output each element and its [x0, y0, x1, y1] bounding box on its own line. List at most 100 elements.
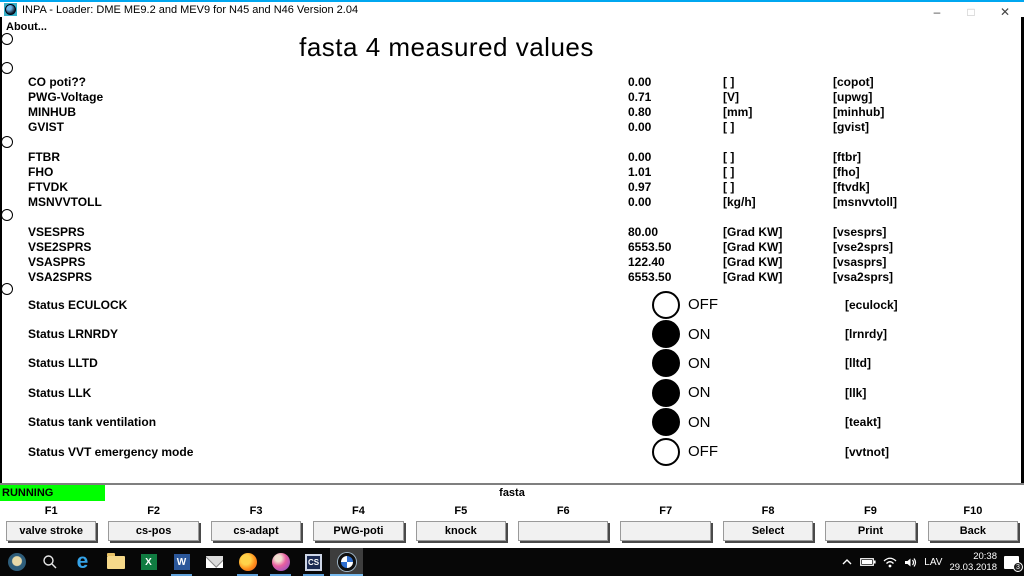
taskbar-excel-button[interactable]: X	[132, 548, 165, 576]
status-row: Status VVT emergency mode OFF [vvtnot]	[2, 437, 1021, 466]
value-number: 0.00	[628, 120, 723, 135]
file-explorer-icon	[107, 556, 125, 569]
status-id: [llk]	[845, 386, 866, 400]
fkey-button-knock[interactable]: knock	[416, 521, 506, 541]
value-unit: [ ]	[723, 75, 833, 90]
page-title: fasta 4 measured values	[0, 32, 893, 63]
value-unit: [ ]	[723, 150, 833, 165]
value-number: 6553.50	[628, 240, 723, 255]
taskbar-file-explorer-button[interactable]	[99, 548, 132, 576]
status-state: OFF	[688, 296, 718, 313]
taskbar-mail-button[interactable]	[198, 548, 231, 576]
taskbar-firefox-button[interactable]	[231, 548, 264, 576]
value-id: [msnvvtoll]	[833, 195, 1021, 210]
taskbar-paint3d-button[interactable]	[264, 548, 297, 576]
fkey-name: F3	[205, 501, 307, 519]
fkey-name: F6	[512, 501, 614, 519]
table-row: VSA2SPRS 6553.50 [Grad KW] [vsa2sprs]	[2, 270, 1021, 285]
fkey-button-back[interactable]: Back	[928, 521, 1018, 541]
status-label: Status ECULOCK	[2, 298, 127, 312]
value-id: [minhub]	[833, 105, 1021, 120]
value-label: FTVDK	[2, 180, 628, 195]
status-label: Status LRNRDY	[2, 327, 118, 341]
desktop: INPA - Loader: DME ME9.2 and MEV9 for N4…	[0, 0, 1024, 576]
battery-icon[interactable]	[860, 557, 876, 567]
excel-icon: X	[141, 554, 157, 570]
value-id: [vsa2sprs]	[833, 270, 1021, 285]
mail-icon	[206, 556, 223, 568]
value-label: VSE2SPRS	[2, 240, 628, 255]
fkey-button-f6[interactable]	[518, 521, 608, 541]
fkey-button-cs-pos[interactable]: cs-pos	[108, 521, 198, 541]
window-titlebar: INPA - Loader: DME ME9.2 and MEV9 for N4…	[0, 0, 1024, 17]
value-group: VSESPRS 80.00 [Grad KW] [vsesprs] VSE2SP…	[2, 225, 1021, 285]
clock[interactable]: 20:38 29.03.2018	[949, 551, 997, 573]
value-unit: [Grad KW]	[723, 270, 833, 285]
value-label: MINHUB	[2, 105, 628, 120]
start-orb-icon	[8, 553, 26, 571]
status-row: Status LLK ON [llk]	[2, 378, 1021, 407]
status-label: Status LLTD	[2, 356, 98, 370]
status-list: Status ECULOCK OFF [eculock] Status LRNR…	[2, 290, 1021, 466]
status-indicator-circle	[652, 408, 680, 436]
value-unit: [mm]	[723, 105, 833, 120]
word-icon: W	[174, 554, 190, 570]
start-button[interactable]	[0, 548, 33, 576]
table-row: VSESPRS 80.00 [Grad KW] [vsesprs]	[2, 225, 1021, 240]
value-label: VSASPRS	[2, 255, 628, 270]
screen-name: fasta	[0, 485, 1024, 501]
wifi-icon[interactable]	[883, 557, 897, 568]
status-indicator-circle	[652, 291, 680, 319]
fkey-button-print[interactable]: Print	[825, 521, 915, 541]
status-state: ON	[688, 355, 711, 372]
fkey-button-select[interactable]: Select	[723, 521, 813, 541]
windows-taskbar: e X W CS	[0, 548, 1024, 576]
value-label: PWG-Voltage	[2, 90, 628, 105]
status-state: ON	[688, 326, 711, 343]
language-indicator[interactable]: LAV	[924, 557, 942, 568]
group-marker-circle	[1, 209, 13, 221]
fkey-button-valve-stroke[interactable]: valve stroke	[6, 521, 96, 541]
taskbar-cs-button[interactable]: CS	[297, 548, 330, 576]
table-row: FHO 1.01 [ ] [fho]	[2, 165, 1021, 180]
value-unit: [Grad KW]	[723, 225, 833, 240]
status-row: Status LRNRDY ON [lrnrdy]	[2, 319, 1021, 348]
taskbar-inpa-button[interactable]	[330, 548, 363, 576]
fkey-name: F4	[307, 501, 409, 519]
value-number: 6553.50	[628, 270, 723, 285]
value-unit: [ ]	[723, 120, 833, 135]
value-label: VSESPRS	[2, 225, 628, 240]
fkey-name: F7	[614, 501, 716, 519]
fkey-name: F5	[410, 501, 512, 519]
paint3d-icon	[272, 553, 290, 571]
fkey-button-f7[interactable]	[620, 521, 710, 541]
table-row: FTVDK 0.97 [ ] [ftvdk]	[2, 180, 1021, 195]
measured-values-table: CO poti?? 0.00 [ ] [copot] PWG-Voltage 0…	[2, 75, 1021, 300]
fkey-name: F1	[0, 501, 102, 519]
search-icon	[42, 554, 58, 570]
edge-icon: e	[77, 552, 89, 572]
status-row: Status ECULOCK OFF [eculock]	[2, 290, 1021, 319]
inpa-app-icon	[4, 3, 17, 16]
volume-icon[interactable]	[904, 557, 917, 568]
fkey-button-cs-adapt[interactable]: cs-adapt	[211, 521, 301, 541]
table-row: PWG-Voltage 0.71 [V] [upwg]	[2, 90, 1021, 105]
fkey-slot: F5 knock	[410, 501, 512, 548]
system-tray: LAV 20:38 29.03.2018 3	[841, 551, 1024, 573]
fkey-slot: F4 PWG-poti	[307, 501, 409, 548]
value-group: FTBR 0.00 [ ] [ftbr] FHO 1.01 [ ] [fho] …	[2, 150, 1021, 210]
value-number: 1.01	[628, 165, 723, 180]
value-number: 0.00	[628, 150, 723, 165]
tray-chevron-up-icon[interactable]	[841, 557, 853, 567]
fkey-name: F8	[717, 501, 819, 519]
taskbar-search-button[interactable]	[33, 548, 66, 576]
window-title: INPA - Loader: DME ME9.2 and MEV9 for N4…	[22, 4, 358, 16]
fkey-button-pwg-poti[interactable]: PWG-poti	[313, 521, 403, 541]
table-row: FTBR 0.00 [ ] [ftbr]	[2, 150, 1021, 165]
fkey-slot: F7	[614, 501, 716, 548]
notification-center-icon[interactable]: 3	[1004, 556, 1019, 569]
taskbar-word-button[interactable]: W	[165, 548, 198, 576]
taskbar-edge-button[interactable]: e	[66, 548, 99, 576]
status-indicator-circle	[652, 438, 680, 466]
fkey-name: F2	[102, 501, 204, 519]
